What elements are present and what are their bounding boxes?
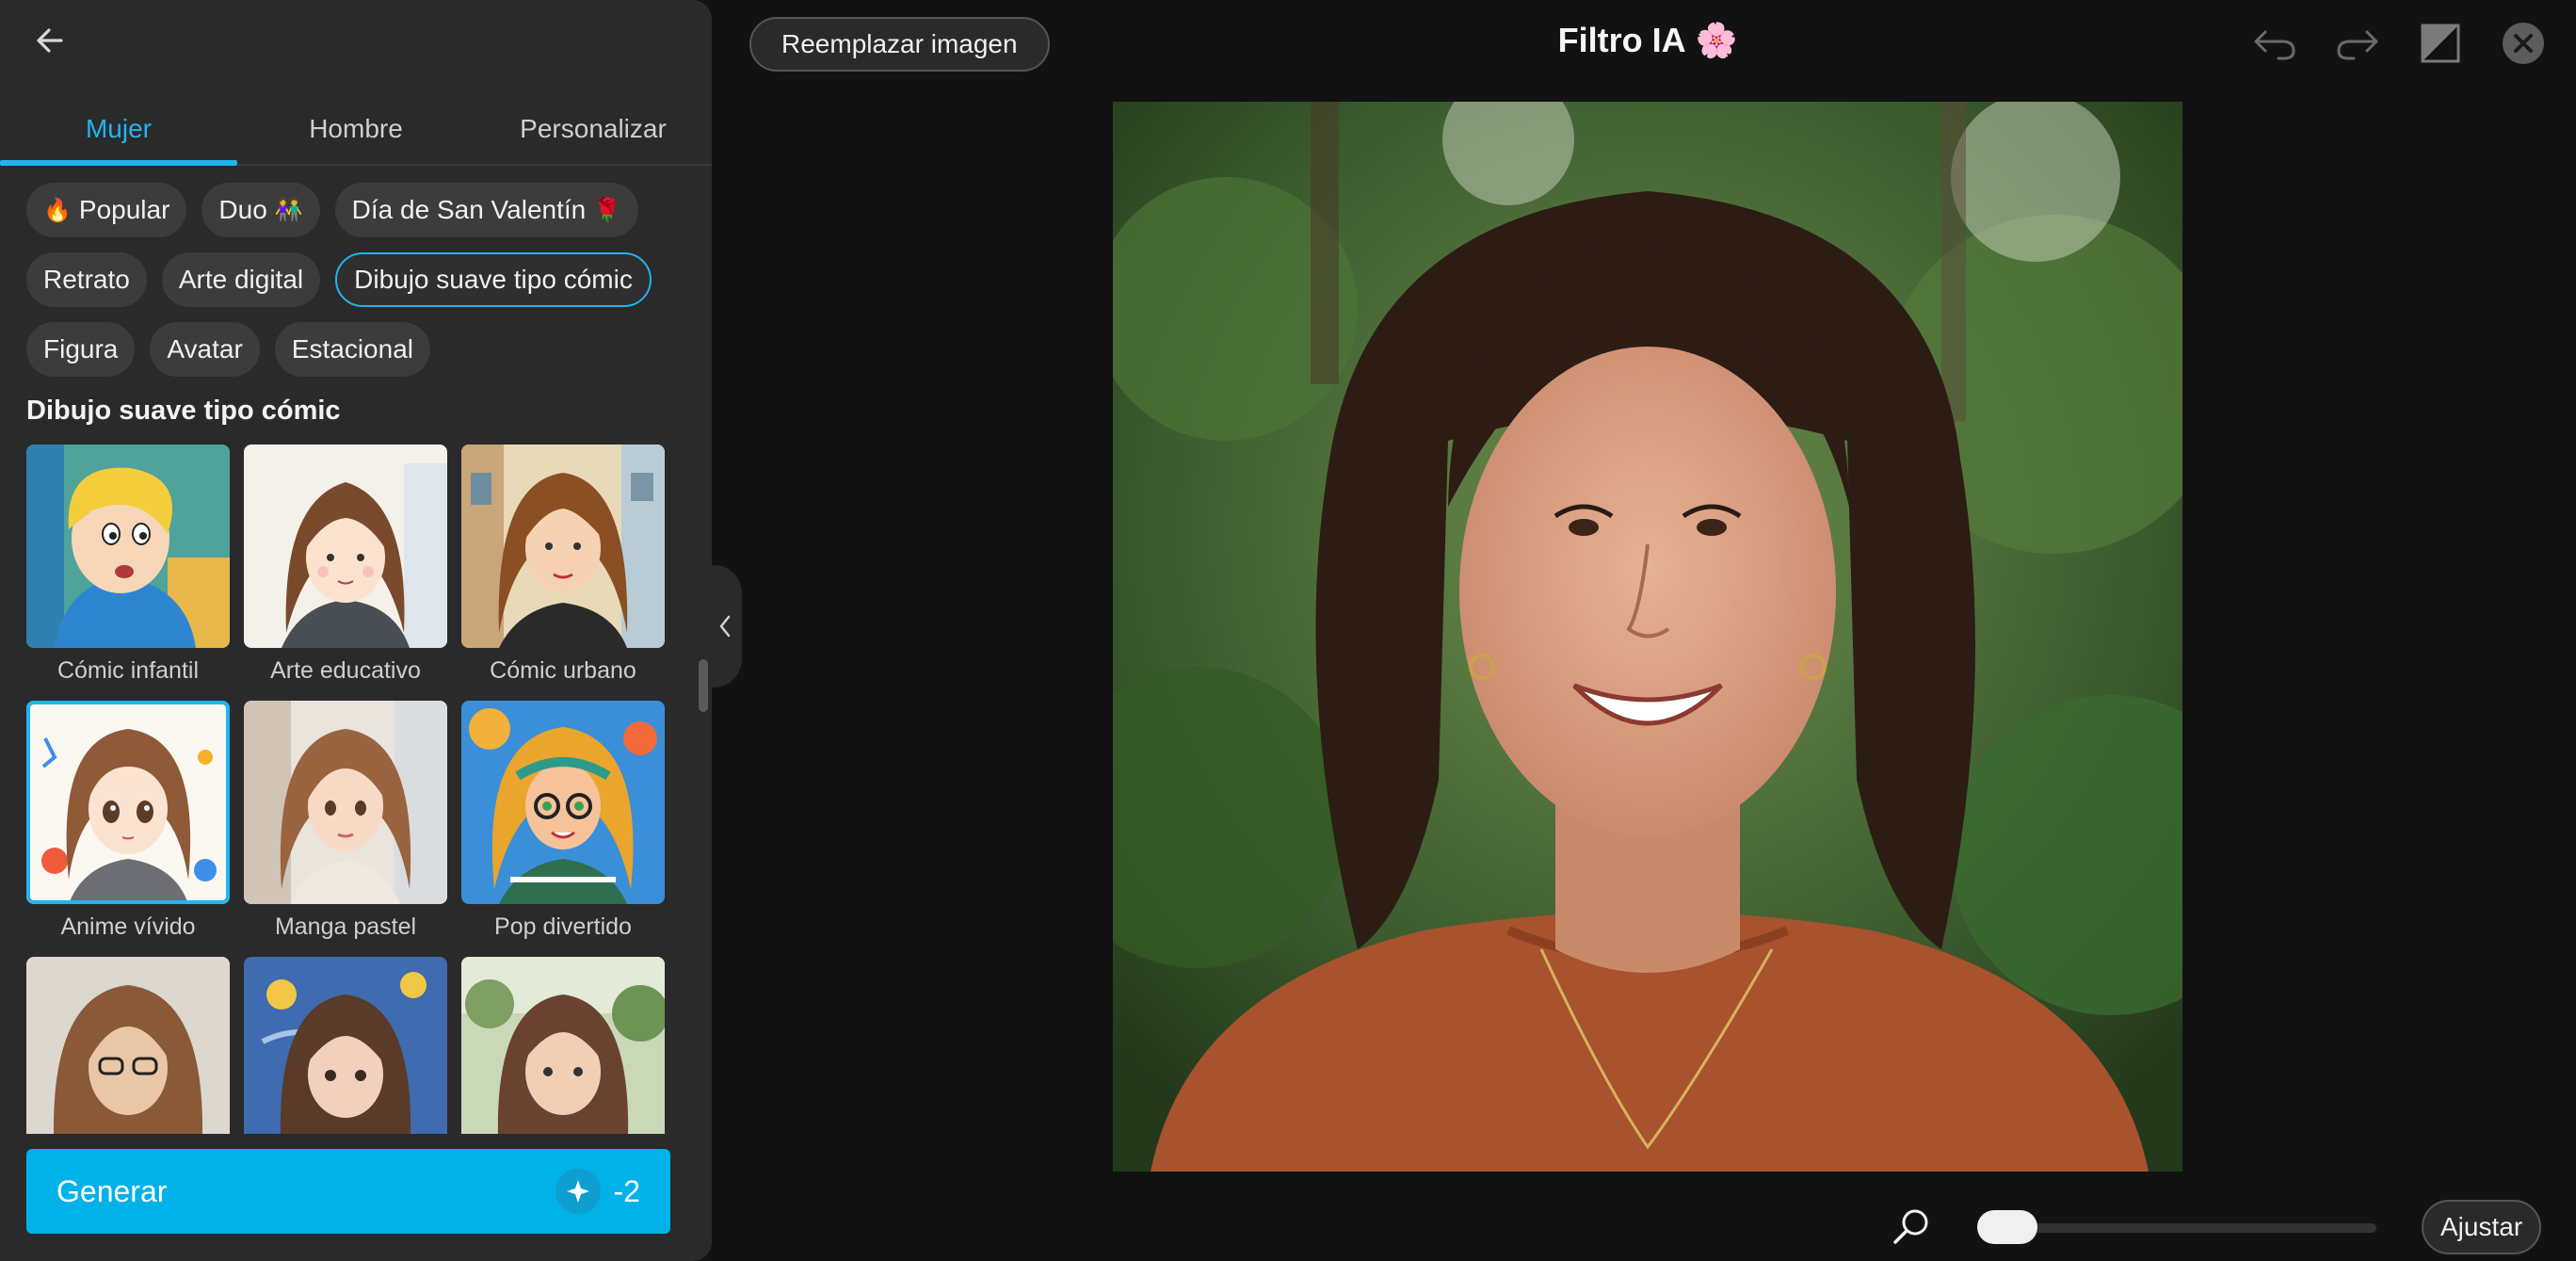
- couple-icon: 👫: [274, 197, 303, 223]
- page-title-text: Filtro IA: [1557, 21, 1686, 59]
- style-card-comic-infantil[interactable]: Cómic infantil: [26, 445, 230, 687]
- generate-label: Generar: [56, 1173, 168, 1208]
- style-thumbnail: [26, 445, 230, 648]
- gender-tabs: Mujer Hombre Personalizar: [0, 94, 712, 166]
- chip-label: Arte digital: [178, 265, 304, 294]
- sparkle-credit-icon: [555, 1169, 601, 1214]
- compare-icon[interactable]: [2414, 17, 2467, 70]
- style-thumbnail: [461, 701, 665, 904]
- tab-mujer[interactable]: Mujer: [0, 94, 237, 166]
- source-photo: [1113, 102, 2182, 1172]
- style-thumbnail: [26, 701, 230, 904]
- chip-popular[interactable]: 🔥 Popular: [26, 183, 187, 237]
- rose-icon: 🌹: [593, 197, 622, 223]
- style-label: Cómic urbano: [490, 657, 636, 684]
- undo-icon[interactable]: [2248, 17, 2301, 70]
- style-thumbnail: [461, 957, 665, 1134]
- fit-button[interactable]: Ajustar: [2422, 1200, 2542, 1254]
- chip-duo[interactable]: Duo 👫: [201, 183, 320, 237]
- style-card-comic-urbano[interactable]: Cómic urbano: [461, 445, 665, 687]
- flower-icon: 🌸: [1695, 21, 1738, 59]
- zoom-slider-knob[interactable]: [1977, 1210, 2037, 1244]
- style-thumbnail: [244, 701, 447, 904]
- redo-icon[interactable]: [2331, 17, 2384, 70]
- section-title: Dibujo suave tipo cómic: [26, 396, 341, 426]
- tab-hombre[interactable]: Hombre: [237, 94, 475, 164]
- close-icon[interactable]: [2497, 17, 2550, 70]
- style-label: Pop divertido: [494, 913, 632, 940]
- style-label: Anime vívido: [60, 913, 196, 940]
- style-card-9[interactable]: [461, 957, 665, 1134]
- zoom-icon[interactable]: [1887, 1202, 1936, 1251]
- chip-avatar[interactable]: Avatar: [150, 322, 260, 377]
- style-card-8[interactable]: [244, 957, 447, 1134]
- style-thumbnail: [26, 957, 230, 1134]
- credit-cost-value: -2: [613, 1173, 640, 1208]
- fire-icon: 🔥: [43, 197, 72, 223]
- style-card-pop-divertido[interactable]: Pop divertido: [461, 701, 665, 944]
- style-card-arte-educativo[interactable]: Arte educativo: [244, 445, 447, 687]
- chip-figura[interactable]: Figura: [26, 322, 136, 377]
- chip-label: Avatar: [167, 334, 243, 364]
- chip-label: Figura: [43, 334, 119, 364]
- chip-label: Estacional: [291, 334, 413, 364]
- page-title: Filtro IA 🌸: [1469, 21, 1827, 60]
- category-chips: 🔥 Popular Duo 👫 Día de San Valentín 🌹 Re…: [26, 183, 685, 377]
- style-card-7[interactable]: [26, 957, 230, 1134]
- style-thumbnail: [244, 445, 447, 648]
- chevron-left-icon: [719, 615, 731, 638]
- chip-label: Retrato: [43, 265, 130, 294]
- chip-san-valentin[interactable]: Día de San Valentín 🌹: [334, 183, 639, 237]
- credit-cost: -2: [555, 1169, 640, 1214]
- replace-image-button[interactable]: Reemplazar imagen: [749, 17, 1050, 72]
- style-panel: Mujer Hombre Personalizar 🔥 Popular Duo …: [0, 0, 712, 1261]
- scrollbar-thumb[interactable]: [699, 659, 708, 712]
- style-grid-scroll[interactable]: Cómic infantil Arte educativo Cómic urba…: [26, 445, 667, 1134]
- chip-arte-digital[interactable]: Arte digital: [161, 252, 321, 307]
- style-thumbnail: [244, 957, 447, 1134]
- style-card-anime-vivido[interactable]: Anime vívido: [26, 701, 230, 944]
- chip-retrato[interactable]: Retrato: [26, 252, 147, 307]
- style-label: Arte educativo: [270, 657, 421, 684]
- generate-button[interactable]: Generar -2: [26, 1149, 670, 1234]
- style-thumbnail: [461, 445, 665, 648]
- style-label: Manga pastel: [274, 913, 417, 940]
- chip-estacional[interactable]: Estacional: [274, 322, 430, 377]
- zoom-slider[interactable]: [1977, 1210, 2376, 1244]
- chip-label: Popular: [78, 195, 170, 224]
- chip-label: Duo: [218, 195, 267, 224]
- tab-personalizar[interactable]: Personalizar: [475, 94, 712, 164]
- style-grid: Cómic infantil Arte educativo Cómic urba…: [26, 445, 667, 1134]
- style-label: Cómic infantil: [56, 657, 200, 684]
- chip-label: Día de San Valentín: [351, 195, 587, 224]
- chip-dibujo-suave[interactable]: Dibujo suave tipo cómic: [335, 252, 652, 307]
- collapse-panel-button[interactable]: [708, 565, 742, 687]
- style-card-manga-pastel[interactable]: Manga pastel: [244, 701, 447, 944]
- back-arrow-icon[interactable]: [26, 17, 73, 64]
- chip-label: Dibujo suave tipo cómic: [354, 265, 633, 294]
